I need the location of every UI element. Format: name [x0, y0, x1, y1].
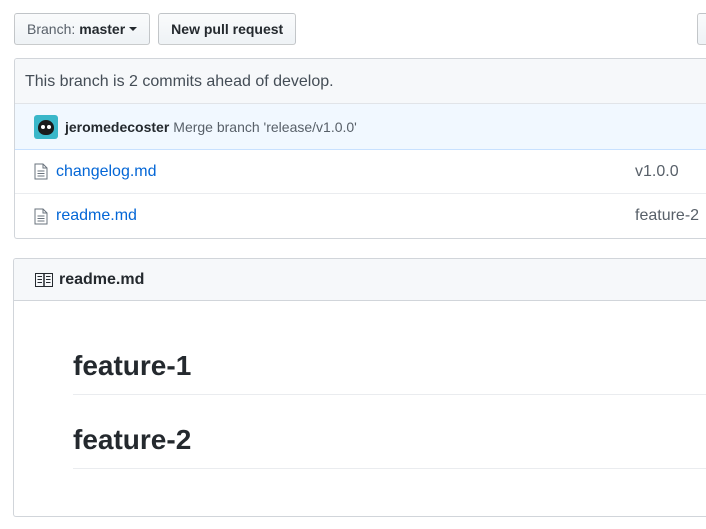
file-link-changelog[interactable]: changelog.md	[56, 163, 157, 181]
avatar[interactable]	[34, 114, 58, 139]
readme-title: readme.md	[59, 270, 145, 288]
branch-status-text: This branch is 2 commits ahead of develo…	[15, 59, 706, 104]
latest-commit-bar: jeromedecoster Merge branch 'release/v1.…	[15, 104, 706, 150]
readme-box: readme.md feature-1 feature-2	[13, 258, 706, 517]
file-commit-message[interactable]: feature-2	[635, 207, 699, 225]
branch-select-prefix: Branch:	[27, 21, 76, 37]
file-navigation-toolbar: Branch: master New pull request	[14, 13, 297, 45]
file-icon	[34, 163, 48, 180]
readme-heading-feature-2: feature-2	[73, 423, 706, 469]
book-icon	[35, 272, 53, 287]
branch-select-button[interactable]: Branch: master	[14, 13, 151, 45]
commit-author-link[interactable]: jeromedecoster	[65, 119, 169, 135]
table-row: changelog.md v1.0.0	[15, 150, 706, 194]
file-commit-message[interactable]: v1.0.0	[635, 163, 679, 181]
repository-content-box: This branch is 2 commits ahead of develo…	[14, 58, 706, 239]
new-pull-request-button[interactable]: New pull request	[158, 13, 297, 45]
branch-select-name: master	[79, 21, 126, 37]
caret-down-icon	[129, 27, 138, 31]
readme-body: feature-1 feature-2	[14, 301, 706, 469]
table-row: readme.md feature-2	[15, 194, 706, 238]
readme-header: readme.md	[14, 259, 706, 301]
file-icon	[34, 208, 48, 224]
readme-heading-feature-1: feature-1	[73, 349, 706, 395]
toolbar-right-button[interactable]	[697, 13, 706, 45]
file-link-readme[interactable]: readme.md	[56, 207, 137, 225]
commit-message-link[interactable]: Merge branch 'release/v1.0.0'	[173, 119, 357, 135]
